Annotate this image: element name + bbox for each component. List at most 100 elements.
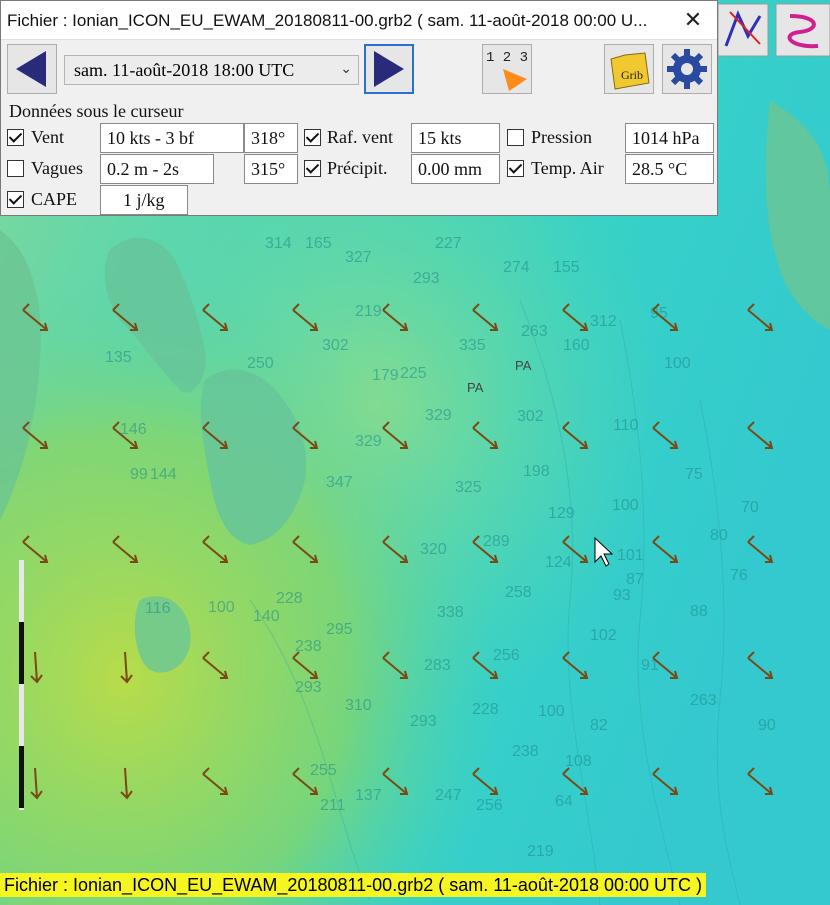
depth-sounding: 310 <box>345 697 372 714</box>
depth-sounding: 100 <box>612 497 639 514</box>
pression-label: Pression <box>531 127 593 147</box>
vagues-value: 0.2 m - 2s <box>100 154 214 184</box>
date-select-value: sam. 11-août-2018 18:00 UTC <box>74 60 295 80</box>
depth-sounding: 335 <box>459 337 486 354</box>
counter-icon: 1 2 3 <box>486 50 528 91</box>
precip-value: 0.00 mm <box>411 154 500 184</box>
scale-bar <box>19 560 24 810</box>
depth-sounding: 75 <box>685 466 703 483</box>
depth-sounding: 227 <box>435 235 462 252</box>
vent-checkbox[interactable] <box>7 129 24 146</box>
depth-sounding: 82 <box>590 717 608 734</box>
depth-sounding: 325 <box>455 479 482 496</box>
depth-sounding: 238 <box>512 743 539 760</box>
depth-sounding: 80 <box>710 527 728 544</box>
arrow-right-icon <box>374 51 404 87</box>
depth-sounding: 293 <box>295 679 322 696</box>
settings-button[interactable] <box>662 44 712 94</box>
chevron-down-icon: ⌄ <box>340 62 352 77</box>
depth-sounding: 155 <box>553 259 580 276</box>
depth-sounding: 87 <box>626 571 644 588</box>
depth-sounding: 90 <box>758 717 776 734</box>
vagues-checkbox[interactable] <box>7 160 24 177</box>
depth-sounding: 88 <box>690 603 708 620</box>
temp-label: Temp. Air <box>531 158 604 178</box>
depth-sounding: 70 <box>741 499 759 516</box>
depth-sounding: 228 <box>472 701 499 718</box>
title-bar: Fichier : Ionian_ICON_EU_EWAM_20180811-0… <box>1 1 717 39</box>
counter-label: 1 2 3 <box>486 50 528 66</box>
precip-checkbox[interactable] <box>304 160 321 177</box>
depth-sounding: 293 <box>410 713 437 730</box>
temp-checkbox[interactable] <box>507 160 524 177</box>
depth-sounding: 100 <box>664 355 691 372</box>
cape-value: 1 j/kg <box>100 185 188 215</box>
grib-label: Grib <box>621 68 643 82</box>
depth-sounding: 102 <box>590 627 617 644</box>
raf-label: Raf. vent <box>327 127 393 147</box>
raf-checkbox[interactable] <box>304 129 321 146</box>
cape-checkbox[interactable] <box>7 191 24 208</box>
depth-sounding: 314 <box>265 235 292 252</box>
depth-sounding: 198 <box>523 463 550 480</box>
depth-sounding: 93 <box>613 587 631 604</box>
depth-sounding: 263 <box>521 323 548 340</box>
next-date-button[interactable] <box>364 44 414 94</box>
date-select[interactable]: sam. 11-août-2018 18:00 UTC ⌄ <box>64 55 359 85</box>
pa-mark: PA <box>515 358 532 373</box>
depth-sounding: 283 <box>424 657 451 674</box>
depth-sounding: 129 <box>548 505 575 522</box>
depth-sounding: 99 <box>130 466 148 483</box>
pression-value: 1014 hPa <box>625 123 714 153</box>
depth-sounding: 144 <box>150 466 177 483</box>
arrow-left-icon <box>16 51 46 87</box>
depth-sounding: 327 <box>345 249 372 266</box>
window-title: Fichier : Ionian_ICON_EU_EWAM_20180811-0… <box>7 11 648 30</box>
data-dialog: Fichier : Ionian_ICON_EU_EWAM_20180811-0… <box>0 0 718 216</box>
depth-sounding: 76 <box>730 567 748 584</box>
depth-sounding: 338 <box>437 604 464 621</box>
grib-file-button[interactable]: Grib <box>604 44 654 94</box>
pa-mark: PA <box>467 380 484 395</box>
raf-value: 15 kts <box>411 123 500 153</box>
depth-sounding: 312 <box>590 313 617 330</box>
depth-sounding: 110 <box>613 417 639 434</box>
vent-value: 10 kts - 3 bf <box>100 123 244 153</box>
vent-dir: 318° <box>244 123 298 153</box>
depth-sounding: 256 <box>476 797 503 814</box>
depth-sounding: 228 <box>276 590 303 607</box>
depth-sounding: 219 <box>527 843 554 860</box>
prev-date-button[interactable] <box>7 44 57 94</box>
cape-label: CAPE <box>31 189 78 209</box>
counter-button[interactable]: 1 2 3 <box>482 44 532 94</box>
route-tool-icon[interactable] <box>717 3 769 57</box>
cursor-data-panel: Données sous le curseur Vent 10 kts - 3 … <box>1 99 717 215</box>
depth-sounding: 263 <box>690 692 717 709</box>
depth-sounding: 116 <box>145 600 171 617</box>
depth-sounding: 274 <box>503 259 530 276</box>
depth-sounding: 256 <box>493 647 520 664</box>
pression-checkbox[interactable] <box>507 129 524 146</box>
toolbar: sam. 11-août-2018 18:00 UTC ⌄ 1 2 3 Grib <box>1 39 717 100</box>
depth-sounding: 255 <box>310 762 337 779</box>
depth-sounding: 135 <box>105 349 132 366</box>
grib-folder-icon: Grib <box>610 52 650 90</box>
depth-sounding: 137 <box>355 787 382 804</box>
depth-sounding: 225 <box>400 365 427 382</box>
depth-sounding: 250 <box>247 355 274 372</box>
close-icon[interactable]: ✕ <box>677 5 709 35</box>
depth-sounding: 302 <box>517 408 544 425</box>
depth-sounding: 329 <box>425 407 452 424</box>
depth-sounding: 211 <box>320 797 346 814</box>
depth-sounding: 247 <box>435 787 462 804</box>
panel-header: Données sous le curseur <box>9 101 184 121</box>
depth-sounding: 219 <box>355 303 382 320</box>
depth-sounding: 258 <box>505 584 532 601</box>
vagues-label: Vagues <box>31 158 83 178</box>
gear-icon <box>667 49 707 89</box>
status-bar: Fichier : Ionian_ICON_EU_EWAM_20180811-0… <box>0 873 707 897</box>
depth-sounding: 179 <box>372 367 399 384</box>
depth-sounding: 160 <box>563 337 590 354</box>
depth-sounding: 302 <box>322 337 349 354</box>
depth-sounding: 64 <box>555 793 573 810</box>
